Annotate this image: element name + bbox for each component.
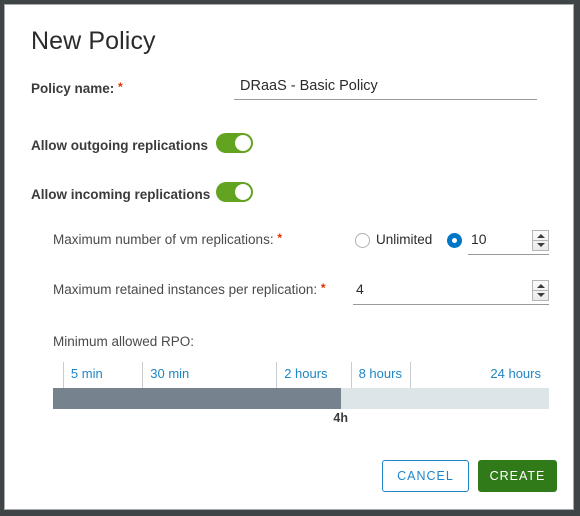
stepper-divider	[533, 290, 548, 291]
allow-incoming-label: Allow incoming replications	[31, 187, 211, 202]
max-retained-instances-field-wrapper	[353, 279, 549, 305]
stepper-down-icon[interactable]	[536, 243, 545, 247]
required-asterisk: *	[320, 281, 326, 295]
create-button[interactable]: CREATE	[478, 460, 557, 492]
required-asterisk: *	[277, 231, 283, 245]
stepper-divider	[533, 240, 548, 241]
rpo-tick-label: 8 hours	[358, 366, 402, 381]
rpo-tick-label: 24 hours	[490, 366, 541, 381]
toggle-knob	[235, 135, 251, 151]
max-retained-instances-input[interactable]	[356, 281, 396, 297]
stepper-up-icon[interactable]	[536, 284, 545, 288]
radio-selected-dot	[452, 238, 457, 243]
rpo-tick-label: 2 hours	[284, 366, 328, 381]
rpo-value-label: 4h	[333, 411, 348, 425]
rpo-tick-30min: 30 min	[142, 362, 276, 388]
min-rpo-slider[interactable]: 5 min 30 min 2 hours 8 hours 24 hours 4h	[53, 362, 549, 425]
stepper-up-icon[interactable]	[536, 234, 545, 238]
rpo-tick-5min: 5 min	[62, 362, 142, 388]
rpo-tick-24hours: 24 hours	[410, 362, 549, 388]
rpo-tick-2hours: 2 hours	[276, 362, 350, 388]
max-retained-instances-label-text: Maximum retained instances per replicati…	[53, 282, 318, 297]
cancel-button[interactable]: CANCEL	[382, 460, 469, 492]
policy-name-label-text: Policy name:	[31, 81, 115, 96]
page-title: New Policy	[31, 27, 156, 55]
stepper-down-icon[interactable]	[536, 293, 545, 297]
radio-unlimited-label: Unlimited	[376, 232, 433, 247]
max-retained-instances-stepper[interactable]	[532, 280, 549, 301]
radio-numeric[interactable]	[447, 233, 462, 248]
allow-outgoing-label: Allow outgoing replications	[31, 138, 208, 153]
new-policy-dialog: New Policy Policy name: * Allow outgoing…	[4, 4, 574, 510]
rpo-fill	[53, 388, 341, 409]
max-vm-replications-input[interactable]	[471, 231, 511, 247]
max-vm-replications-field-wrapper	[468, 229, 549, 255]
rpo-track[interactable]	[53, 388, 549, 409]
max-retained-instances-label: Maximum retained instances per replicati…	[53, 282, 326, 297]
rpo-tick-label: 5 min	[70, 366, 103, 381]
min-rpo-label: Minimum allowed RPO:	[53, 334, 195, 349]
policy-name-input[interactable]	[234, 78, 537, 100]
allow-incoming-toggle[interactable]	[216, 182, 253, 202]
max-vm-replications-label-text: Maximum number of vm replications:	[53, 232, 274, 247]
policy-name-label: Policy name: *	[31, 81, 123, 96]
rpo-tick-8hours: 8 hours	[350, 362, 411, 388]
allow-outgoing-toggle[interactable]	[216, 133, 253, 153]
rpo-scale: 5 min 30 min 2 hours 8 hours 24 hours	[53, 362, 549, 389]
policy-name-field-wrapper	[234, 77, 537, 100]
rpo-tick-label: 30 min	[150, 366, 190, 381]
toggle-knob	[235, 184, 251, 200]
max-vm-replications-label: Maximum number of vm replications: *	[53, 232, 282, 247]
required-asterisk: *	[118, 80, 123, 94]
max-vm-replications-stepper[interactable]	[532, 230, 549, 251]
radio-unlimited[interactable]	[355, 233, 370, 248]
